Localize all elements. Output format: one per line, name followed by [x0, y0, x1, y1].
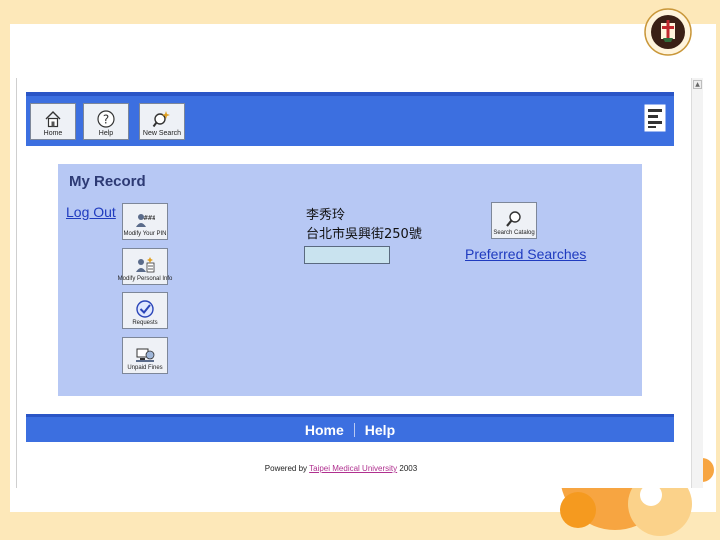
new-search-button-label: New Search: [142, 130, 182, 137]
decorative-circle: [560, 492, 596, 528]
powered-by-prefix: Powered by: [264, 464, 308, 473]
question-mark-icon: ?: [97, 110, 115, 128]
vertical-scrollbar[interactable]: ▲: [691, 78, 703, 488]
help-button[interactable]: ? Help: [83, 103, 129, 140]
unpaid-fines-button[interactable]: Unpaid Fines: [122, 337, 168, 374]
patron-info-field[interactable]: [304, 246, 390, 264]
footer-home-link[interactable]: Home: [305, 422, 344, 438]
checkmark-icon: [136, 300, 154, 318]
log-out-link[interactable]: Log Out: [66, 204, 116, 220]
money-computer-icon: [136, 348, 155, 362]
svg-text:?: ?: [103, 113, 109, 127]
university-seal-logo: [644, 8, 692, 56]
modify-personal-info-button[interactable]: Modify Personal Info: [118, 248, 172, 285]
footer-navigation-bar: Home Help: [26, 414, 674, 442]
search-catalog-button[interactable]: Search Catalog: [491, 202, 537, 239]
user-edit-icon: [136, 257, 155, 273]
page-title: My Record: [69, 173, 146, 190]
requests-button[interactable]: Requests: [122, 292, 168, 329]
powered-by-year: 2003: [399, 464, 418, 473]
svg-text:###: ###: [144, 214, 155, 222]
preferred-searches-link[interactable]: Preferred Searches: [465, 246, 586, 262]
help-button-label: Help: [98, 130, 114, 137]
new-search-button[interactable]: New Search: [139, 103, 185, 140]
footer-divider: [353, 422, 355, 437]
magnifier-sparkle-icon: [152, 111, 170, 128]
search-catalog-button-label: Search Catalog: [493, 230, 535, 236]
user-pin-icon: ###: [136, 214, 155, 227]
patron-name: 李秀玲: [306, 208, 346, 223]
modify-pin-button-label: Modify Your PIN: [123, 231, 167, 237]
powered-by-credit: Powered by Taipei Medical University 200…: [17, 464, 665, 473]
my-record-panel: My Record Log Out ### Modify Your PIN Mo…: [58, 164, 642, 396]
magnifier-icon: [506, 211, 521, 227]
requests-button-label: Requests: [132, 320, 158, 326]
library-logo-icon: [644, 104, 666, 132]
scroll-up-arrow-icon[interactable]: ▲: [693, 80, 702, 89]
browser-window: Home ? Help New Search My Record Log Out…: [16, 78, 703, 488]
patron-address: 台北市吳興街250號: [306, 227, 422, 242]
home-button-label: Home: [43, 130, 63, 137]
top-navigation-bar: Home ? Help New Search: [26, 92, 674, 146]
university-link[interactable]: Taipei Medical University: [309, 464, 397, 473]
footer-help-link[interactable]: Help: [365, 422, 395, 438]
modify-pin-button[interactable]: ### Modify Your PIN: [122, 203, 168, 240]
unpaid-fines-button-label: Unpaid Fines: [127, 365, 163, 371]
home-button[interactable]: Home: [30, 103, 76, 140]
house-icon: [45, 111, 61, 128]
modify-personal-info-button-label: Modify Personal Info: [117, 276, 173, 282]
